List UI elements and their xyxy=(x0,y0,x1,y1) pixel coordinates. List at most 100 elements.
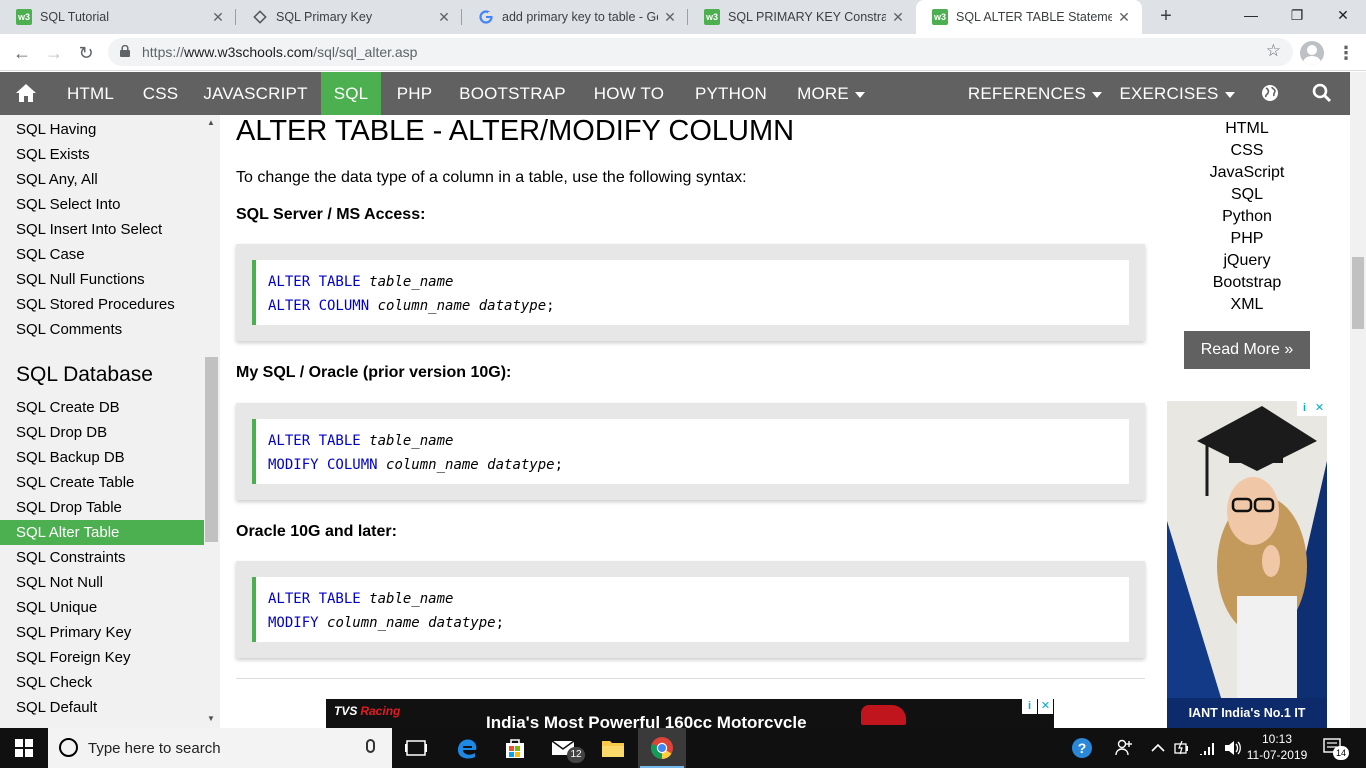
sidebar-item-sql-exists[interactable]: SQL Exists xyxy=(0,142,204,167)
right-link-css[interactable]: CSS xyxy=(1164,142,1330,160)
browser-tab[interactable]: w3 SQL PRIMARY KEY Constraint ✕ xyxy=(688,0,916,34)
close-tab-icon[interactable]: ✕ xyxy=(886,9,910,26)
profile-avatar[interactable] xyxy=(1300,41,1324,65)
right-link-php[interactable]: PHP xyxy=(1164,230,1330,248)
store-icon[interactable] xyxy=(491,728,539,768)
nav-sql[interactable]: SQL xyxy=(321,72,381,115)
sidebar-scrollbar-thumb[interactable] xyxy=(205,357,218,542)
volume-icon[interactable] xyxy=(1222,728,1244,768)
sidebar-item-sql-drop-table[interactable]: SQL Drop Table xyxy=(0,495,204,520)
right-link-bootstrap[interactable]: Bootstrap xyxy=(1164,274,1330,292)
page-scrollbar[interactable] xyxy=(1350,72,1366,728)
chrome-taskbar-icon[interactable] xyxy=(638,728,686,768)
page-scrollbar-thumb[interactable] xyxy=(1352,257,1364,329)
sidebar-item-sql-unique[interactable]: SQL Unique xyxy=(0,595,204,620)
nav-more-dropdown[interactable]: MORE xyxy=(783,72,879,115)
sidebar-item-sql-comments[interactable]: SQL Comments xyxy=(0,317,204,342)
sql-keyword: ALTER TABLE xyxy=(268,433,361,449)
ad-info-icon[interactable]: i xyxy=(1022,699,1037,714)
nav-bootstrap[interactable]: BOOTSTRAP xyxy=(448,72,577,115)
battery-network-icon[interactable] xyxy=(1172,728,1194,768)
browser-tab[interactable]: w3 SQL Tutorial ✕ xyxy=(0,0,236,34)
right-link-html[interactable]: HTML xyxy=(1164,120,1330,138)
sidebar-item-sql-check[interactable]: SQL Check xyxy=(0,670,204,695)
sidebar-item-sql-foreign-key[interactable]: SQL Foreign Key xyxy=(0,645,204,670)
minimize-button[interactable]: — xyxy=(1228,0,1274,30)
sidebar-item-sql-create-db[interactable]: SQL Create DB xyxy=(0,395,204,420)
action-center-icon[interactable]: 14 xyxy=(1316,728,1352,768)
sidebar-item-sql-stored-procedures[interactable]: SQL Stored Procedures xyxy=(0,292,204,317)
forward-arrow-icon[interactable]: → xyxy=(40,39,68,67)
code-block: ALTER TABLE table_name ALTER COLUMN colu… xyxy=(252,260,1129,325)
browser-tab-active[interactable]: w3 SQL ALTER TABLE Statement ✕ xyxy=(916,0,1142,34)
right-link-javascript[interactable]: JavaScript xyxy=(1164,164,1330,182)
sidebar-item-sql-select-into[interactable]: SQL Select Into xyxy=(0,192,204,217)
right-link-python[interactable]: Python xyxy=(1164,208,1330,226)
right-link-sql[interactable]: SQL xyxy=(1164,186,1330,204)
right-link-jquery[interactable]: jQuery xyxy=(1164,252,1330,270)
search-icon[interactable] xyxy=(1300,72,1344,115)
sidebar-item-sql-alter-table[interactable]: SQL Alter Table xyxy=(0,520,204,545)
sidebar-item-sql-any-all[interactable]: SQL Any, All xyxy=(0,167,204,192)
new-tab-button[interactable]: + xyxy=(1153,4,1179,30)
close-tab-icon[interactable]: ✕ xyxy=(658,9,682,26)
section-heading: My SQL / Oracle (prior version 10G): xyxy=(236,364,512,381)
side-advertisement[interactable]: i ✕ IANT India's No.1 IT xyxy=(1167,401,1327,728)
task-view-icon[interactable] xyxy=(392,728,440,768)
close-window-button[interactable]: ✕ xyxy=(1320,0,1366,30)
microphone-icon[interactable] xyxy=(366,739,375,753)
mail-icon[interactable]: 12 xyxy=(540,728,588,768)
restore-button[interactable]: ❐ xyxy=(1274,0,1320,30)
sidebar-item-sql-drop-db[interactable]: SQL Drop DB xyxy=(0,420,204,445)
browser-tab[interactable]: add primary key to table - Goo ✕ xyxy=(462,0,688,34)
nav-references-dropdown[interactable]: REFERENCES xyxy=(960,72,1110,115)
ad-info-icon[interactable]: i xyxy=(1297,401,1312,416)
close-tab-icon[interactable]: ✕ xyxy=(432,9,456,26)
show-hidden-icons-chevron-icon[interactable] xyxy=(1148,728,1168,768)
nav-html[interactable]: HTML xyxy=(52,72,129,115)
right-link-xml[interactable]: XML xyxy=(1164,296,1330,314)
ad-close-icon[interactable]: ✕ xyxy=(1312,401,1327,416)
address-bar[interactable]: https://www.w3schools.com/sql/sql_alter.… xyxy=(108,38,1293,66)
scroll-down-arrow-icon[interactable]: ▼ xyxy=(206,714,216,723)
sidebar-item-sql-default[interactable]: SQL Default xyxy=(0,695,204,720)
close-tab-icon[interactable]: ✕ xyxy=(206,9,230,26)
nav-how-to[interactable]: HOW TO xyxy=(579,72,679,115)
windows-start-icon[interactable] xyxy=(0,728,48,768)
sidebar-item-sql-having[interactable]: SQL Having xyxy=(0,117,204,142)
globe-icon[interactable] xyxy=(1250,72,1290,115)
sidebar-item-sql-not-null[interactable]: SQL Not Null xyxy=(0,570,204,595)
browser-menu-icon[interactable]: ⋮ xyxy=(1336,39,1356,67)
edge-browser-icon[interactable] xyxy=(443,728,491,768)
sidebar-item-sql-backup-db[interactable]: SQL Backup DB xyxy=(0,445,204,470)
taskbar-clock[interactable]: 10:13 11-07-2019 xyxy=(1246,731,1308,763)
nav-php[interactable]: PHP xyxy=(383,72,446,115)
sidebar-item-sql-null-functions[interactable]: SQL Null Functions xyxy=(0,267,204,292)
help-icon[interactable]: ? xyxy=(1066,728,1098,768)
scroll-up-arrow-icon[interactable]: ▲ xyxy=(206,118,216,127)
reload-icon[interactable]: ↻ xyxy=(72,39,100,67)
bookmark-star-icon[interactable]: ☆ xyxy=(1266,41,1281,61)
nav-exercises-dropdown[interactable]: EXERCISES xyxy=(1112,72,1242,115)
sidebar-item-sql-create-table[interactable]: SQL Create Table xyxy=(0,470,204,495)
browser-tab[interactable]: SQL Primary Key ✕ xyxy=(236,0,462,34)
sidebar-item-sql-primary-key[interactable]: SQL Primary Key xyxy=(0,620,204,645)
sidebar-item-sql-insert-into-select[interactable]: SQL Insert Into Select xyxy=(0,217,204,242)
close-tab-icon[interactable]: ✕ xyxy=(1112,9,1136,26)
wifi-icon[interactable] xyxy=(1196,728,1220,768)
people-icon[interactable] xyxy=(1110,728,1138,768)
file-explorer-icon[interactable] xyxy=(589,728,637,768)
bottom-advertisement[interactable]: TVS Racing India's Most Powerful 160cc Mo… xyxy=(326,699,1054,728)
nav-javascript[interactable]: JAVASCRIPT xyxy=(192,72,319,115)
nav-python[interactable]: PYTHON xyxy=(681,72,781,115)
read-more-button[interactable]: Read More » xyxy=(1184,331,1310,369)
nav-css[interactable]: CSS xyxy=(129,72,192,115)
ad-close-icon[interactable]: ✕ xyxy=(1038,699,1053,714)
back-arrow-icon[interactable]: ← xyxy=(8,39,36,67)
sidebar-item-sql-case[interactable]: SQL Case xyxy=(0,242,204,267)
taskbar-search-box[interactable]: Type here to search xyxy=(48,728,392,768)
code-example: ALTER TABLE table_name ALTER COLUMN colu… xyxy=(236,244,1145,341)
sidebar-item-sql-constraints[interactable]: SQL Constraints xyxy=(0,545,204,570)
right-column: HTML CSS JavaScript SQL Python PHP jQuer… xyxy=(1164,115,1350,728)
home-icon[interactable] xyxy=(0,72,52,115)
